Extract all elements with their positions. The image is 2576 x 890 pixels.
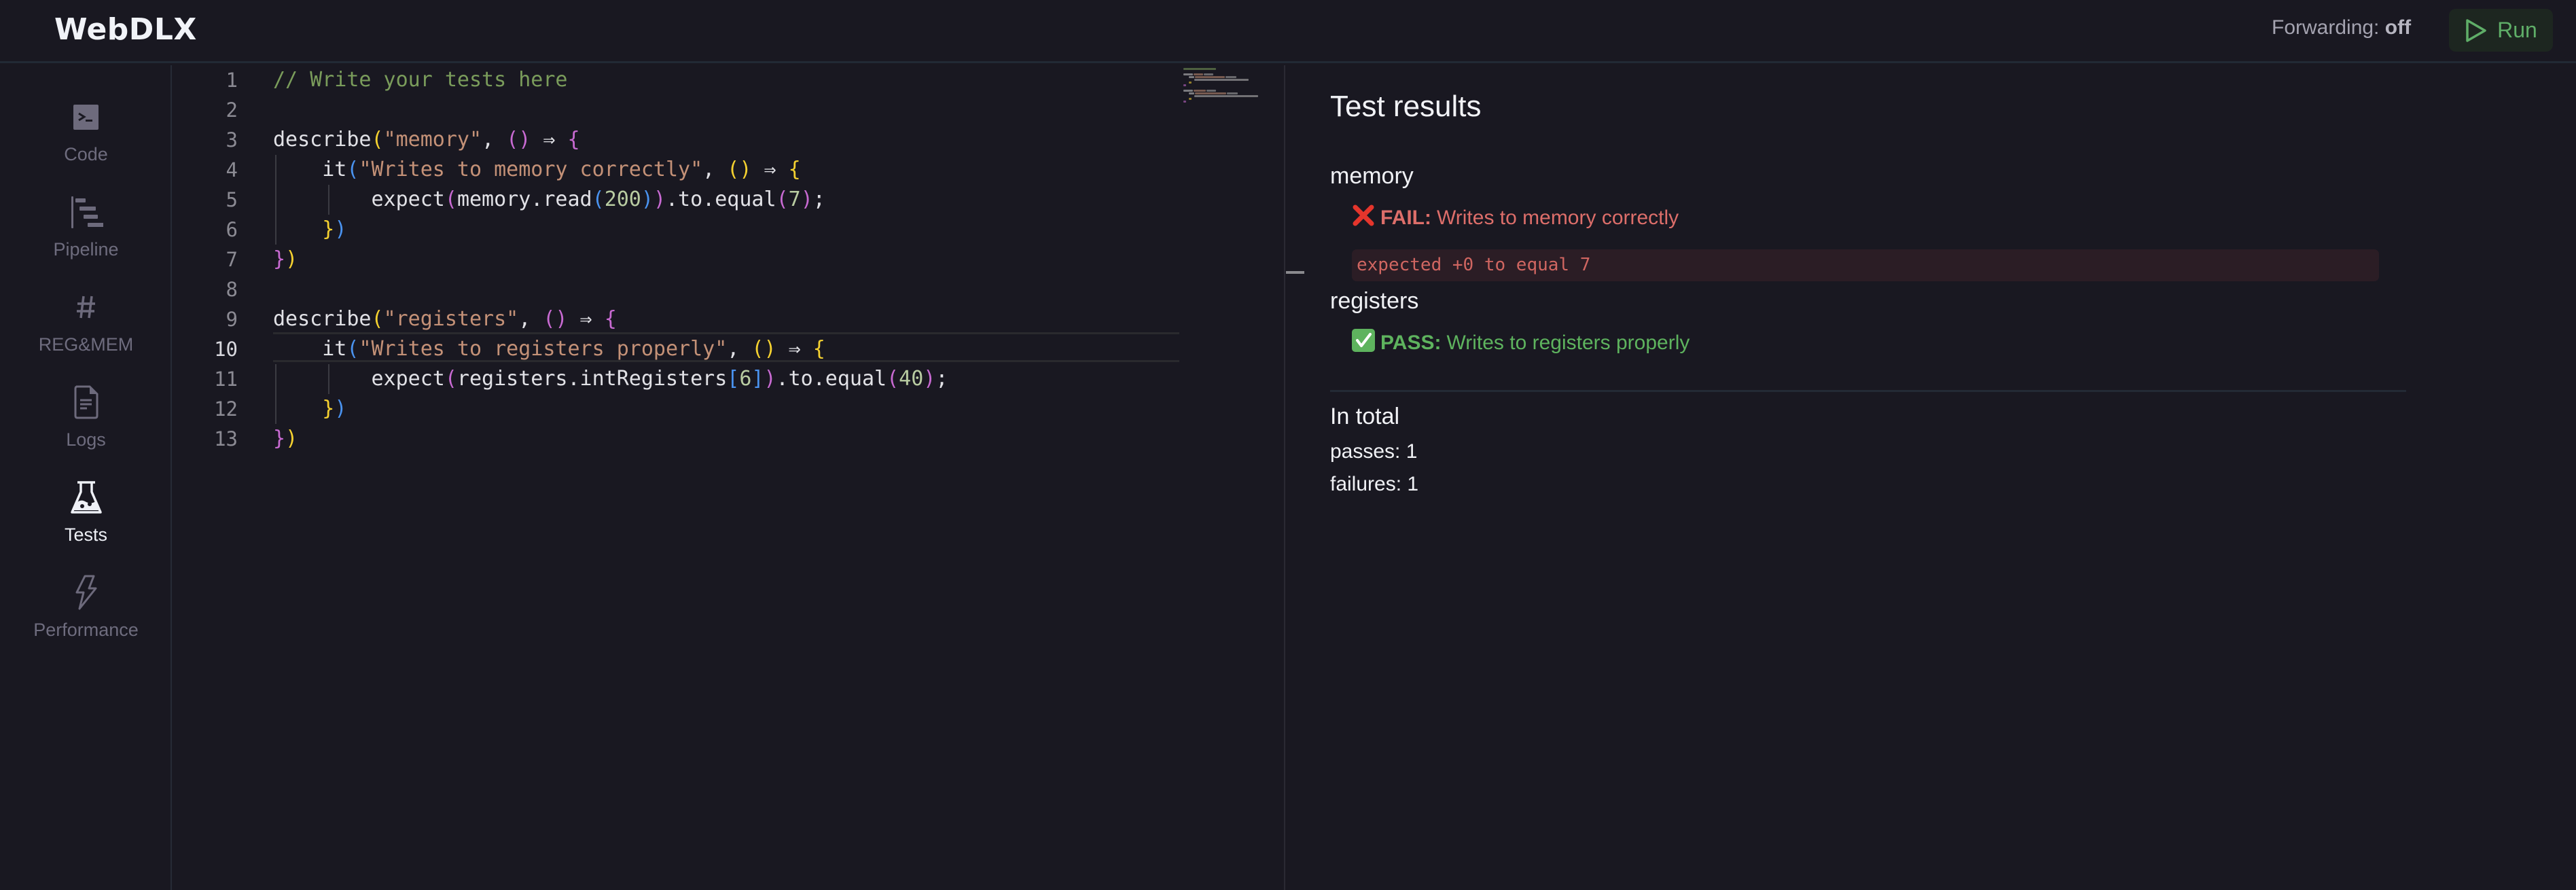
line-number: 6 (226, 218, 238, 241)
error-message: expected +0 to equal 7 (1352, 249, 2379, 281)
run-label: Run (2497, 18, 2537, 42)
sidebar: Code Pipeline REG&MEM Logs Tests Perform… (0, 65, 172, 890)
app-logo: WebDLX (54, 12, 197, 47)
code-line: describe("memory", () ⇒ { (273, 128, 580, 152)
line-number: 10 (214, 338, 238, 361)
failures-value: 1 (1407, 473, 1419, 495)
failures-count: failures: 1 (1330, 473, 1418, 496)
sidebar-item-reg-mem[interactable]: REG&MEM (0, 287, 172, 375)
suite-name: registers (1330, 288, 1419, 314)
code-line: }) (322, 217, 347, 241)
sidebar-item-label: Code (64, 144, 108, 164)
resize-handle[interactable] (1286, 271, 1304, 274)
sidebar-item-code[interactable]: Code (0, 96, 172, 185)
line-number: 8 (226, 278, 238, 301)
results-title: Test results (1330, 90, 1482, 123)
test-result-fail: FAIL: Writes to memory correctly (1352, 204, 1679, 232)
sidebar-item-tests[interactable]: Tests (0, 477, 172, 565)
sidebar-item-label: Performance (33, 620, 139, 640)
check-mark-icon (1352, 329, 1375, 357)
panel-divider[interactable] (1284, 65, 1285, 890)
total-heading: In total (1330, 404, 1400, 429)
passes-value: 1 (1406, 440, 1418, 463)
line-number: 7 (226, 248, 238, 271)
test-result-pass: PASS: Writes to registers properly (1352, 329, 1689, 357)
passes-label: passes: (1330, 440, 1401, 463)
code-line: expect(registers.intRegisters[6]).to.equ… (273, 367, 948, 391)
sidebar-item-label: Pipeline (53, 239, 119, 260)
suite-name: memory (1330, 163, 1414, 189)
minimap[interactable] (1183, 65, 1284, 126)
lightning-icon (75, 572, 98, 613)
code-line: }) (273, 247, 298, 271)
sidebar-item-pipeline[interactable]: Pipeline (0, 192, 172, 280)
line-number: 13 (214, 427, 238, 450)
status-label: FAIL: (1380, 207, 1431, 229)
code-editor[interactable]: 1 2 3 4 5 6 7 8 9 10 11 12 13 // Write y… (173, 65, 1284, 890)
sidebar-item-label: Tests (64, 524, 108, 545)
play-icon (2466, 18, 2486, 42)
line-number: 9 (226, 308, 238, 331)
line-number: 3 (226, 128, 238, 152)
forwarding-label: Forwarding: (2272, 16, 2380, 39)
line-number: 11 (214, 368, 238, 391)
sidebar-item-label: REG&MEM (38, 334, 134, 355)
forwarding-value: off (2384, 16, 2412, 39)
line-number: 1 (226, 69, 238, 92)
code-line: expect(memory.read(200)).to.equal(7); (273, 188, 825, 211)
code-line: it("Writes to memory correctly", () ⇒ { (273, 158, 801, 181)
line-number: 4 (226, 158, 238, 181)
run-button[interactable]: Run (2449, 9, 2553, 52)
divider (1330, 390, 2406, 392)
code-line: describe("registers", () ⇒ { (273, 307, 617, 331)
line-number: 2 (226, 99, 238, 122)
terminal-icon (73, 96, 100, 137)
forwarding-toggle[interactable]: Forwarding: off (2272, 16, 2411, 39)
hash-icon (76, 287, 96, 327)
pipeline-icon (69, 192, 103, 232)
code-line: }) (273, 427, 298, 450)
line-number: 12 (214, 397, 238, 421)
document-icon (73, 382, 99, 423)
cross-mark-icon (1352, 204, 1375, 232)
passes-count: passes: 1 (1330, 440, 1417, 463)
sidebar-item-label: Logs (66, 429, 106, 450)
flask-icon (70, 477, 102, 518)
code-line: // Write your tests here (273, 68, 568, 92)
failures-label: failures: (1330, 473, 1402, 495)
code-line: it("Writes to registers properly", () ⇒ … (273, 337, 825, 361)
test-results-panel: Test results memory FAIL: Writes to memo… (1330, 65, 2417, 890)
top-bar: WebDLX Forwarding: off Run (0, 0, 2576, 63)
test-name: Writes to memory correctly (1437, 207, 1679, 229)
code-line: }) (322, 397, 347, 421)
sidebar-item-performance[interactable]: Performance (0, 572, 172, 660)
status-label: PASS: (1380, 332, 1442, 354)
test-name: Writes to registers properly (1446, 332, 1690, 354)
sidebar-item-logs[interactable]: Logs (0, 382, 172, 470)
line-number: 5 (226, 188, 238, 211)
